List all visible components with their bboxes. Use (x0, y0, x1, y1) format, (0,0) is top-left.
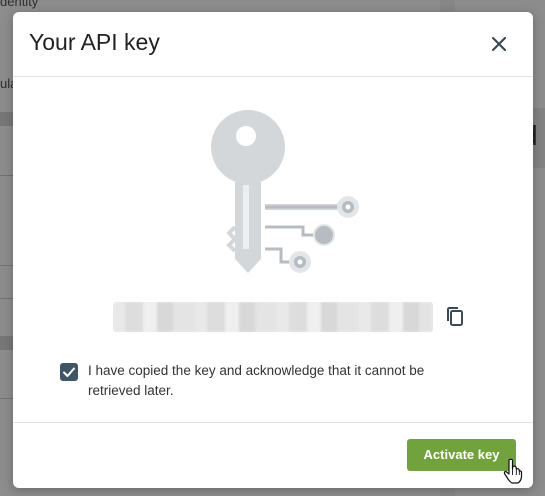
close-icon (491, 36, 507, 52)
api-key-field[interactable]: •••••••••••••••••••••••••••••••• (113, 302, 433, 332)
api-key-dialog: Your API key •••••••••••••••••••••••••••… (13, 12, 533, 488)
acknowledge-label[interactable]: I have copied the key and acknowledge th… (88, 361, 468, 401)
checkmark-icon (63, 367, 75, 377)
copy-icon (447, 307, 463, 326)
dialog-title: Your API key (29, 29, 160, 55)
hand-pointer-icon (503, 458, 523, 484)
acknowledge-checkbox[interactable] (60, 363, 78, 381)
copy-button[interactable] (443, 305, 467, 329)
dialog-header: Your API key (13, 12, 533, 77)
close-button[interactable] (487, 32, 511, 56)
key-circuit-icon (211, 110, 359, 273)
activate-key-button[interactable]: Activate key (407, 439, 516, 471)
api-key-value: •••••••••••••••••••••••••••••••• (113, 302, 433, 332)
